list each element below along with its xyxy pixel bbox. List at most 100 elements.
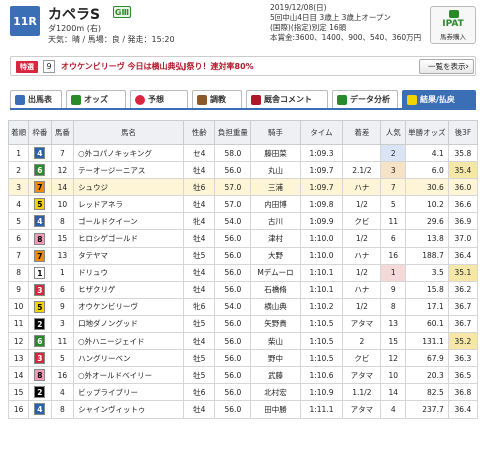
cell-finish: 16	[7, 400, 30, 419]
cell-win-odds: 20.3	[405, 366, 449, 385]
cell-jockey[interactable]: 矢野貴	[250, 314, 301, 334]
cell-horse-name[interactable]: オウケンビリーヴ	[73, 297, 185, 316]
cell-jockey[interactable]: Mデムーロ	[250, 263, 301, 282]
tab-training[interactable]: 調教	[192, 90, 242, 108]
cell-jockey[interactable]: 柴山	[250, 332, 301, 351]
table-row[interactable]: 14 8 16 ○外オールドベイリー 牡5 56.0 武藤 1:10.6 アタマ 10 20.3 36…	[7, 366, 479, 385]
cell-jockey[interactable]: 丸山	[250, 161, 301, 180]
cell-horse-name[interactable]: ヒロシゲゴールド	[73, 229, 185, 248]
cell-time: 1:09.3	[299, 143, 344, 163]
cell-jockey[interactable]: 内田博	[250, 195, 301, 214]
cell-jockey[interactable]: 大野	[250, 246, 301, 265]
table-row[interactable]: 2 6 12 テーオージーニアス 牡4 56.0 丸山 1:09.7 2.1/2 3 6.0 35.4	[7, 161, 479, 180]
cell-weight: 56.0	[214, 263, 252, 282]
cell-jockey[interactable]: 藤田菜	[250, 143, 301, 163]
cell-last3f: 36.2	[447, 280, 479, 299]
race-class: (国際)(指定)別定 16頭	[270, 23, 347, 32]
tab-prediction[interactable]: 予想	[130, 90, 188, 108]
cell-jockey[interactable]: 古川	[250, 212, 301, 231]
ipat-button[interactable]: IPAT 馬券購入	[430, 6, 476, 44]
tab-entries[interactable]: 出馬表	[10, 90, 62, 108]
cell-horse-name[interactable]: 口地ダノングッド	[73, 314, 185, 334]
race-header: 11R カペラS GⅢ ダ1200m (右) 天気：晴 / 馬場：良 / 発走：…	[0, 0, 480, 52]
cell-horse-name[interactable]: ビップライブリー	[73, 383, 185, 402]
cell-horse-name[interactable]: ○外オールドベイリー	[73, 366, 185, 385]
cell-umaban: 16	[50, 366, 75, 385]
table-row[interactable]: 11 2 3 口地ダノングッド 牡5 56.0 矢野貴 1:10.5 アタマ 13 60.1 36.7	[7, 314, 479, 334]
cell-last3f: 36.7	[447, 297, 479, 316]
tab-results[interactable]: 結果/払戻	[402, 90, 476, 108]
table-row[interactable]: 5 4 8 ゴールドクイーン 牝4 54.0 古川 1:09.9 クビ 11 29.6 36.9	[7, 212, 479, 231]
table-row[interactable]: 1 4 7 ○外コパノキッキング セ4 58.0 藤田菜 1:09.3 2 4.1 35.8	[7, 143, 479, 163]
cell-jockey[interactable]: 北村宏	[250, 383, 301, 402]
cell-last3f: 36.4	[447, 246, 479, 265]
cell-jockey[interactable]: 石橋脩	[250, 280, 301, 299]
cell-margin: アタマ	[342, 314, 382, 334]
cell-weight: 56.0	[214, 366, 252, 385]
cell-jockey[interactable]: 武藤	[250, 366, 301, 385]
col-margin: 着差	[342, 120, 382, 145]
table-row[interactable]: 7 7 13 タテヤマ 牡5 56.0 大野 1:10.0 ハナ 16 188.7 36.4	[7, 246, 479, 265]
cell-horse-name[interactable]: ○外ハニージェイド	[73, 332, 185, 351]
table-row[interactable]: 8 1 1 ドリュウ 牡4 56.0 Mデムーロ 1:10.1 1/2 1 3.5 35.1	[7, 263, 479, 282]
cell-margin: ハナ	[342, 178, 382, 197]
cell-jockey[interactable]: 野中	[250, 349, 301, 368]
special-text[interactable]: オウケンビリーヴ 今日は横山典弘J祭り！連対率80%	[61, 61, 254, 72]
cell-horse-name[interactable]: レッドアネラ	[73, 195, 185, 214]
entries-icon	[15, 94, 25, 105]
cell-sex-age: 牝6	[183, 297, 216, 316]
tab-stable-comment[interactable]: 厩舎コメント	[246, 90, 328, 108]
cell-horse-name[interactable]: タテヤマ	[73, 246, 185, 265]
cell-horse-name[interactable]: ヒザクリゲ	[73, 280, 185, 299]
cell-horse-name[interactable]: ○外コパノキッキング	[73, 143, 185, 163]
show-list-button[interactable]: 一覧を表示	[419, 59, 474, 74]
cell-waku: 5	[28, 297, 52, 316]
cell-umaban: 9	[50, 297, 75, 316]
cell-horse-name[interactable]: シャインヴィットゥ	[73, 400, 185, 419]
cell-weight: 56.0	[214, 229, 252, 248]
cell-waku: 6	[28, 332, 52, 351]
table-row[interactable]: 13 3 5 ハングリーベン 牡5 56.0 野中 1:10.5 クビ 12 67.9 36.3	[7, 349, 479, 368]
table-row[interactable]: 4 5 10 レッドアネラ 牡4 57.0 内田博 1:09.8 1/2 5 10.2 36.6	[7, 195, 479, 214]
cell-umaban: 10	[50, 195, 75, 214]
cell-time: 1:09.8	[299, 195, 344, 214]
race-conditions: 天気：晴 / 馬場：良 / 発走：15:20	[48, 35, 175, 44]
cell-waku: 4	[28, 400, 52, 419]
cell-waku: 2	[28, 383, 52, 402]
cell-horse-name[interactable]: シュウジ	[73, 178, 185, 197]
col-time: タイム	[299, 120, 344, 145]
cell-horse-name[interactable]: ゴールドクイーン	[73, 212, 185, 231]
table-row[interactable]: 16 4 8 シャインヴィットゥ 牡4 56.0 田中勝 1:11.1 アタマ 4 237.7 36.…	[7, 400, 479, 419]
cell-margin: クビ	[342, 212, 382, 231]
col-horse-name: 馬名	[73, 120, 185, 145]
cell-umaban: 8	[50, 400, 75, 419]
table-row[interactable]: 3 7 14 シュウジ 牡6 57.0 三浦 1:09.7 ハナ 7 30.6 36.0	[7, 178, 479, 197]
cell-sex-age: 牡4	[183, 263, 216, 282]
cell-margin: 1.1/2	[342, 383, 382, 402]
waku-badge: 4	[34, 147, 46, 160]
cell-finish: 4	[7, 195, 30, 214]
cell-jockey[interactable]: 津村	[250, 229, 301, 248]
cell-horse-name[interactable]: テーオージーニアス	[73, 161, 185, 180]
waku-badge: 5	[34, 300, 46, 313]
table-row[interactable]: 6 8 15 ヒロシゲゴールド 牡4 56.0 津村 1:10.0 1/2 6 13.8 37.0	[7, 229, 479, 248]
col-weight: 負担重量	[214, 120, 252, 145]
cell-jockey[interactable]: 田中勝	[250, 400, 301, 419]
cell-horse-name[interactable]: ドリュウ	[73, 263, 185, 282]
cell-margin: クビ	[342, 349, 382, 368]
cell-jockey[interactable]: 三浦	[250, 178, 301, 197]
cell-umaban: 5	[50, 349, 75, 368]
cell-win-odds: 60.1	[405, 314, 449, 334]
tab-odds[interactable]: オッズ	[66, 90, 126, 108]
table-row[interactable]: 10 5 9 オウケンビリーヴ 牝6 54.0 横山典 1:10.2 1/2 8 17.1 36.7	[7, 297, 479, 316]
waku-badge: 6	[34, 335, 46, 348]
table-row[interactable]: 9 3 6 ヒザクリゲ 牡4 56.0 石橋脩 1:10.1 ハナ 9 15.8 36.2	[7, 280, 479, 299]
cell-win-odds: 4.1	[405, 143, 449, 163]
cell-jockey[interactable]: 横山典	[250, 297, 301, 316]
cell-horse-name[interactable]: ハングリーベン	[73, 349, 185, 368]
tab-data-analysis[interactable]: データ分析	[332, 90, 398, 108]
cell-sex-age: 牝4	[183, 212, 216, 231]
table-row[interactable]: 15 2 4 ビップライブリー 牡6 56.0 北村宏 1:10.9 1.1/2 14 82.5 36…	[7, 383, 479, 402]
cell-popularity: 2	[380, 143, 407, 163]
table-row[interactable]: 12 6 11 ○外ハニージェイド 牡4 56.0 柴山 1:10.5 2 15 131.1 35.2	[7, 332, 479, 351]
